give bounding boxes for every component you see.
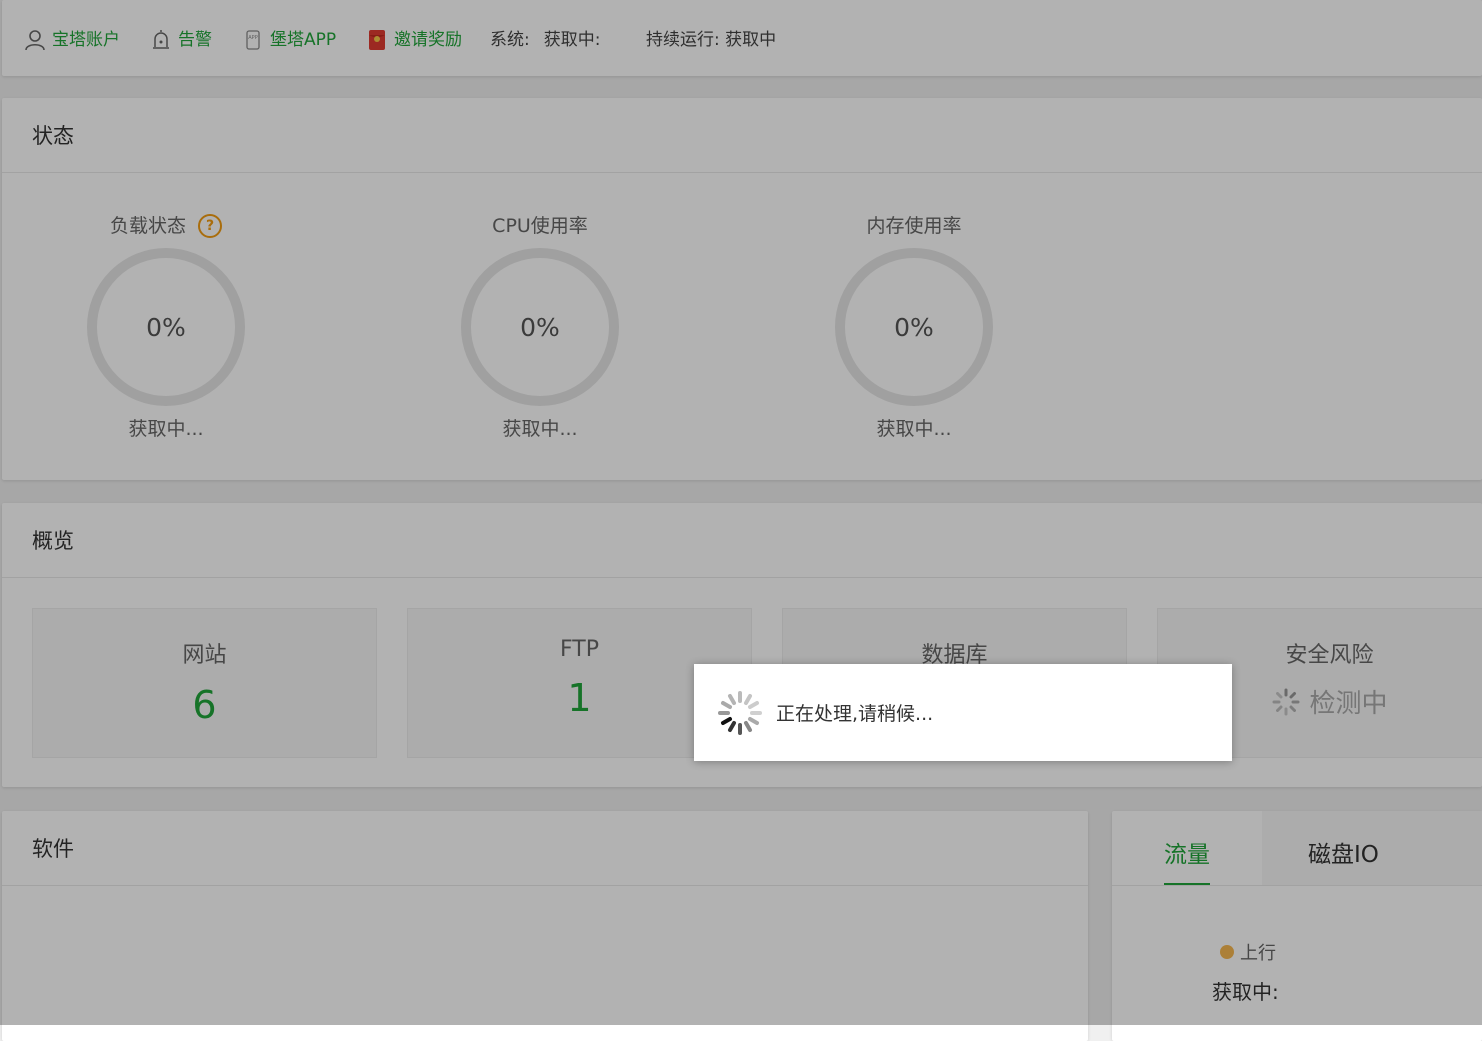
loading-spinner-icon — [718, 690, 762, 735]
loading-dialog: 正在处理,请稍候... — [694, 664, 1232, 761]
modal-overlay[interactable] — [0, 0, 1482, 1025]
loading-message: 正在处理,请稍候... — [776, 703, 934, 725]
